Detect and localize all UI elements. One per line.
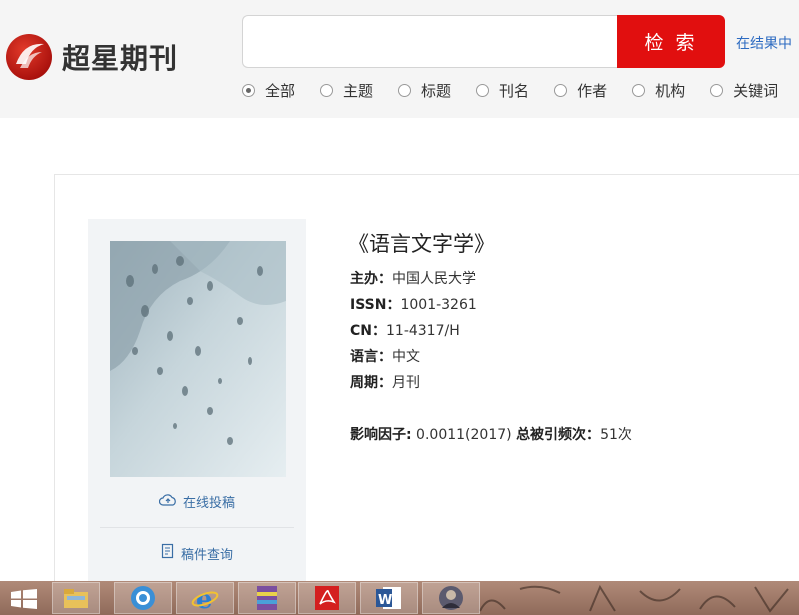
acrobat-icon[interactable] xyxy=(298,582,356,614)
radio-icon[interactable] xyxy=(320,83,334,97)
radio-icon[interactable] xyxy=(554,83,568,97)
site-logo[interactable]: 超星期刊 xyxy=(6,34,178,80)
logo-text: 超星期刊 xyxy=(62,42,179,75)
journal-issn: ISSN：1001-3261 xyxy=(350,297,477,313)
filter-option-journal-name[interactable]: 刊名 xyxy=(476,80,529,101)
radio-selected-icon[interactable] xyxy=(242,83,255,97)
svg-text:e: e xyxy=(196,585,213,612)
filter-option-institution[interactable]: 机构 xyxy=(632,80,685,101)
radio-icon[interactable] xyxy=(632,83,646,97)
filter-option-author[interactable]: 作者 xyxy=(554,80,607,101)
journal-title: 《语言文字学》 xyxy=(348,232,495,256)
header: 超星期刊 检 索 在结果中 全部 主题 标题 刊名 作者 机构 关键词 xyxy=(0,0,799,118)
chaoxing-logo-icon xyxy=(6,34,52,80)
divider xyxy=(100,527,294,528)
filter-option-topic[interactable]: 主题 xyxy=(320,80,373,101)
svg-text:W: W xyxy=(378,593,392,608)
windows-start-icon[interactable] xyxy=(10,589,38,609)
journal-cn: CN：11-4317/H xyxy=(350,323,460,339)
submit-online-link[interactable]: 在线投稿 xyxy=(88,492,306,511)
upload-icon xyxy=(158,493,177,511)
journal-metrics: 影响因子: 0.0011(2017) 总被引频次：51次 xyxy=(350,427,632,443)
windows-taskbar: e W xyxy=(0,581,799,615)
file-explorer-icon[interactable] xyxy=(52,582,100,614)
radio-icon[interactable] xyxy=(398,83,412,97)
journal-cover-image xyxy=(110,241,286,477)
journal-sponsor: 主办：中国人民大学 xyxy=(350,271,476,287)
radio-icon[interactable] xyxy=(476,83,490,97)
journal-language: 语言：中文 xyxy=(350,349,420,365)
photo-viewer-icon[interactable] xyxy=(422,582,480,614)
filter-option-all[interactable]: 全部 xyxy=(242,80,295,101)
search-button[interactable]: 检 索 xyxy=(617,15,725,68)
internet-explorer-icon[interactable]: e xyxy=(176,582,234,614)
radio-icon[interactable] xyxy=(710,83,724,97)
filter-option-keyword[interactable]: 关键词 xyxy=(710,80,778,101)
document-search-icon xyxy=(161,543,175,563)
word-icon[interactable]: W xyxy=(360,582,418,614)
browser-icon[interactable] xyxy=(114,582,172,614)
filter-option-title[interactable]: 标题 xyxy=(398,80,451,101)
search-in-results-link[interactable]: 在结果中 xyxy=(736,33,792,53)
wallpaper-pattern xyxy=(479,584,789,613)
manuscript-query-link[interactable]: 稿件查询 xyxy=(88,543,306,563)
search-input[interactable] xyxy=(242,15,618,68)
journal-period: 周期：月刊 xyxy=(350,375,420,391)
winrar-icon[interactable] xyxy=(238,582,296,614)
search-filter-options: 全部 主题 标题 刊名 作者 机构 关键词 xyxy=(242,80,799,100)
